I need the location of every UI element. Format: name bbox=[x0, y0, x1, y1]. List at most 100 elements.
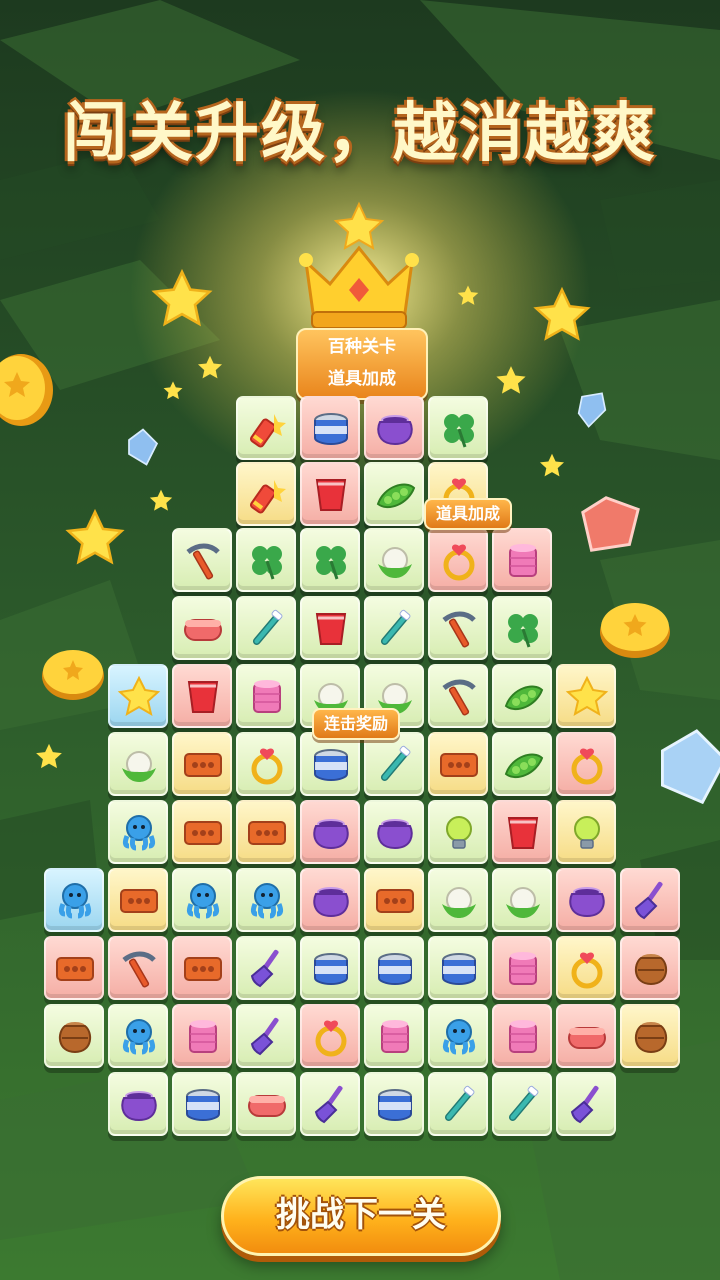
sponge-icon bbox=[568, 1027, 606, 1049]
tile[interactable] bbox=[364, 1072, 424, 1136]
tile[interactable] bbox=[236, 396, 296, 460]
tile[interactable] bbox=[364, 528, 424, 592]
toothbrush-icon bbox=[508, 1085, 539, 1122]
octopus-icon bbox=[186, 883, 220, 919]
tile[interactable] bbox=[108, 800, 168, 864]
pot-icon bbox=[313, 819, 349, 850]
tile[interactable] bbox=[364, 868, 424, 932]
vase-icon bbox=[634, 1022, 668, 1054]
octopus-icon bbox=[122, 1019, 156, 1055]
tile[interactable] bbox=[236, 1004, 296, 1068]
tile[interactable] bbox=[172, 1004, 232, 1068]
tile[interactable] bbox=[236, 800, 296, 864]
tile[interactable] bbox=[172, 732, 232, 796]
tile[interactable] bbox=[108, 936, 168, 1000]
tile[interactable] bbox=[428, 732, 488, 796]
tile[interactable] bbox=[172, 1072, 232, 1136]
star-icon bbox=[151, 268, 213, 327]
tile[interactable] bbox=[428, 528, 488, 592]
next-level-button[interactable]: 挑战下一关 bbox=[221, 1176, 501, 1256]
tile[interactable] bbox=[428, 664, 488, 728]
tile[interactable] bbox=[44, 936, 104, 1000]
tile[interactable] bbox=[108, 1072, 168, 1136]
tile[interactable] bbox=[556, 936, 616, 1000]
tile[interactable] bbox=[44, 1004, 104, 1068]
tile[interactable] bbox=[556, 732, 616, 796]
tile[interactable] bbox=[108, 664, 168, 728]
tile[interactable] bbox=[556, 1004, 616, 1068]
tile[interactable] bbox=[172, 868, 232, 932]
tile[interactable] bbox=[236, 1072, 296, 1136]
tile[interactable] bbox=[172, 528, 232, 592]
tile[interactable] bbox=[364, 936, 424, 1000]
tile[interactable] bbox=[428, 1072, 488, 1136]
tile[interactable] bbox=[492, 1004, 552, 1068]
tile[interactable] bbox=[108, 1004, 168, 1068]
level-plaque: 百种关卡 道具加成 bbox=[296, 328, 428, 400]
tile[interactable] bbox=[300, 596, 360, 660]
tile[interactable] bbox=[428, 1004, 488, 1068]
tile[interactable] bbox=[492, 1072, 552, 1136]
tile[interactable] bbox=[108, 732, 168, 796]
cauliflower-icon bbox=[506, 887, 540, 918]
tile[interactable] bbox=[364, 396, 424, 460]
tile[interactable] bbox=[620, 936, 680, 1000]
tile[interactable] bbox=[236, 868, 296, 932]
brick-icon bbox=[184, 957, 222, 981]
tile[interactable] bbox=[236, 596, 296, 660]
star-icon bbox=[65, 508, 125, 565]
clover-icon bbox=[316, 546, 346, 580]
tile[interactable] bbox=[428, 800, 488, 864]
tile[interactable] bbox=[364, 1004, 424, 1068]
tile[interactable] bbox=[172, 664, 232, 728]
tile[interactable] bbox=[428, 396, 488, 460]
tile[interactable] bbox=[108, 868, 168, 932]
clover-icon bbox=[444, 414, 474, 448]
tile[interactable] bbox=[300, 1072, 360, 1136]
tile[interactable] bbox=[492, 800, 552, 864]
tile[interactable] bbox=[172, 596, 232, 660]
tile[interactable] bbox=[236, 732, 296, 796]
tile[interactable] bbox=[300, 1004, 360, 1068]
tile[interactable] bbox=[620, 868, 680, 932]
tile[interactable] bbox=[492, 936, 552, 1000]
tile[interactable] bbox=[556, 1072, 616, 1136]
tile[interactable] bbox=[428, 596, 488, 660]
tile[interactable] bbox=[556, 800, 616, 864]
tile[interactable] bbox=[300, 800, 360, 864]
tile[interactable] bbox=[556, 868, 616, 932]
crown-icon bbox=[299, 201, 419, 329]
gem-icon bbox=[661, 729, 720, 805]
coin-icon bbox=[600, 603, 670, 658]
tile[interactable] bbox=[236, 936, 296, 1000]
tile[interactable] bbox=[364, 732, 424, 796]
tile[interactable] bbox=[428, 936, 488, 1000]
tile[interactable] bbox=[236, 664, 296, 728]
star-icon bbox=[496, 366, 526, 394]
tile[interactable] bbox=[492, 732, 552, 796]
tile[interactable] bbox=[492, 528, 552, 592]
tile[interactable] bbox=[364, 462, 424, 526]
star-icon bbox=[117, 675, 161, 717]
tile[interactable] bbox=[172, 936, 232, 1000]
tile[interactable] bbox=[428, 868, 488, 932]
tile[interactable] bbox=[300, 732, 360, 796]
tile[interactable] bbox=[620, 1004, 680, 1068]
tile[interactable] bbox=[236, 528, 296, 592]
tile[interactable] bbox=[492, 664, 552, 728]
tile[interactable] bbox=[492, 596, 552, 660]
pot-icon bbox=[377, 415, 413, 446]
tile[interactable] bbox=[364, 596, 424, 660]
tile[interactable] bbox=[492, 868, 552, 932]
tile[interactable] bbox=[300, 528, 360, 592]
tile[interactable] bbox=[172, 800, 232, 864]
broom-icon bbox=[250, 1017, 279, 1056]
tile[interactable] bbox=[236, 462, 296, 526]
tile[interactable] bbox=[300, 936, 360, 1000]
tile[interactable] bbox=[556, 664, 616, 728]
tile[interactable] bbox=[364, 800, 424, 864]
tile[interactable] bbox=[44, 868, 104, 932]
tile[interactable] bbox=[300, 462, 360, 526]
tile[interactable] bbox=[300, 868, 360, 932]
tile[interactable] bbox=[300, 396, 360, 460]
